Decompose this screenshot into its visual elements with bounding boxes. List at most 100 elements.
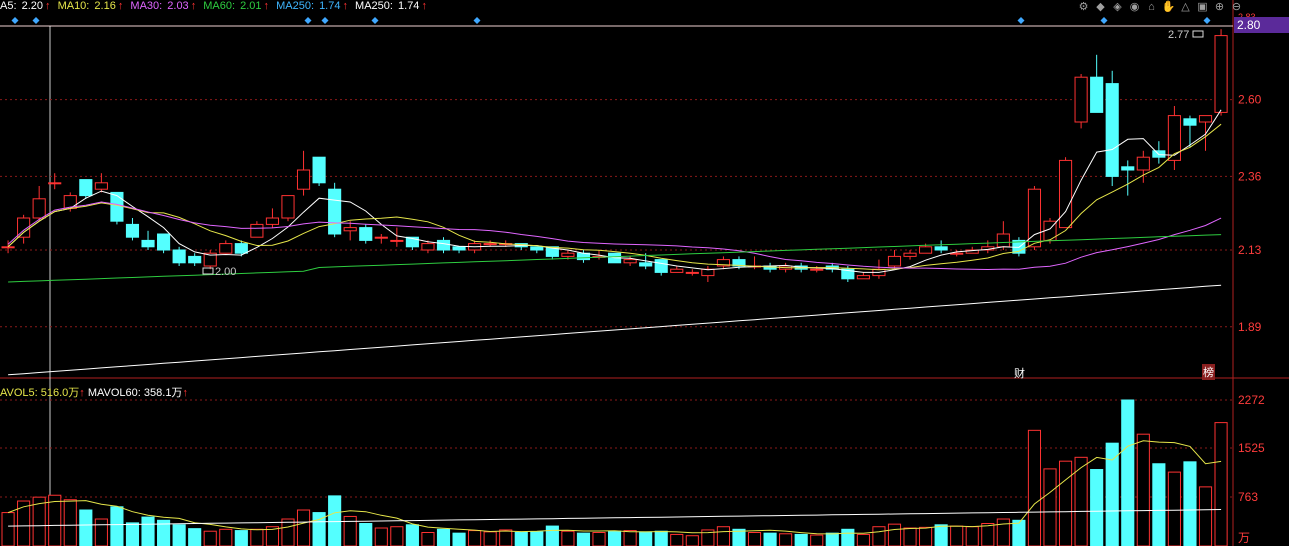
volume-bar: [825, 532, 839, 546]
zoom-in-icon[interactable]: ⊕: [1212, 1, 1227, 14]
candle-body: [996, 233, 1010, 248]
volume-bar: [94, 518, 108, 546]
volume-bar: [1167, 471, 1181, 546]
volume-bar: [188, 528, 202, 546]
volume-bar: [794, 533, 808, 546]
candle-body: [343, 227, 357, 232]
low-price-label: 2.00: [215, 266, 236, 278]
volume-bar: [514, 532, 528, 546]
candle-body: [296, 169, 311, 190]
candle-body: [1058, 159, 1073, 229]
event-marker-icon: [1100, 17, 1108, 24]
eye-icon[interactable]: ◉: [1127, 1, 1142, 14]
volume-bar: [405, 524, 419, 546]
candle-body: [639, 262, 653, 267]
volume-tick-label: 2272: [1238, 393, 1265, 407]
lock-icon[interactable]: △: [1178, 1, 1193, 14]
volume-tick-label: 1525: [1238, 441, 1265, 455]
volume-bar: [685, 535, 699, 546]
home-icon[interactable]: ⌂: [1144, 1, 1159, 14]
ma60-legend: MA60: 2.01 ↑: [203, 0, 270, 12]
candle-body: [436, 239, 451, 251]
candle-body: [856, 275, 870, 280]
volume-bar: [328, 495, 342, 546]
volume-bar: [1121, 399, 1135, 546]
candle-body: [281, 195, 295, 219]
rank-badge[interactable]: 榜: [1202, 364, 1215, 380]
mavol5-legend: AVOL5: 516.0万↑: [0, 387, 85, 399]
hand-icon[interactable]: ✋: [1161, 1, 1176, 14]
ma250-legend-2: MA250: 1.74 ↑: [355, 0, 427, 12]
volume-bar: [639, 531, 653, 546]
event-marker-icon: [11, 17, 19, 24]
ma5-legend: A5: 2.20 ↑: [0, 0, 51, 12]
volume-bar: [1058, 460, 1073, 546]
volume-bar: [530, 531, 544, 546]
finance-badge[interactable]: 财: [1014, 365, 1025, 381]
volume-bar: [561, 530, 575, 546]
event-marker-icon: [371, 17, 379, 24]
event-marker-icon: [1017, 17, 1025, 24]
volume-bar: [716, 526, 730, 546]
zoom-out-icon[interactable]: ⊖: [1229, 1, 1244, 14]
candle-body: [312, 156, 326, 184]
volume-bar: [219, 528, 233, 546]
volume-bar: [436, 528, 451, 546]
volume-bar: [670, 533, 684, 546]
volume-bar: [110, 506, 124, 546]
volume-bar: [125, 522, 140, 546]
volume-bar: [1043, 468, 1057, 546]
settings-icon[interactable]: ⚙: [1076, 1, 1091, 14]
volume-bar: [608, 530, 622, 546]
candle-body: [250, 223, 264, 238]
candle-body: [94, 182, 108, 190]
volume-bar: [810, 534, 824, 546]
volume-bar: [576, 532, 591, 546]
volume-bar: [1105, 442, 1119, 546]
volume-bar: [468, 530, 482, 546]
candle-body: [685, 271, 699, 274]
volume-bar: [934, 524, 948, 546]
pen-icon[interactable]: ◈: [1110, 1, 1125, 14]
candle-body: [390, 239, 404, 242]
volume-bar: [654, 530, 668, 546]
candle-body: [1074, 76, 1088, 123]
candle-body: [48, 182, 62, 185]
volume-bar: [141, 516, 155, 546]
volume-bar: [872, 526, 886, 546]
volume-legend: AVOL5: 516.0万↑ MAVOL60: 358.1万↑: [0, 384, 188, 400]
price-tick-label: 1.89: [1238, 320, 1262, 334]
low-marker-icon: [202, 267, 214, 275]
volume-bar: [281, 518, 295, 546]
volume-bar: [1, 512, 15, 546]
volume-bar: [172, 524, 186, 546]
event-marker-icon: [1203, 17, 1211, 24]
volume-bar: [965, 526, 979, 546]
candle-body: [530, 246, 544, 251]
candle-body: [188, 255, 202, 264]
candle-body: [452, 246, 466, 251]
box-icon[interactable]: ▣: [1195, 1, 1210, 14]
ma250-line: [8, 284, 1222, 376]
candle-body: [328, 188, 342, 235]
volume-bar: [48, 494, 62, 546]
candle-body: [359, 227, 373, 241]
volume-bar: [296, 509, 311, 546]
candle-body: [157, 233, 171, 251]
diamond-icon[interactable]: ◆: [1093, 1, 1108, 14]
volume-bar: [63, 499, 77, 546]
kline-chart[interactable]: 2.602.362.131.892.8322721525763万2.772.00: [0, 0, 1289, 546]
volume-bar: [1198, 486, 1213, 546]
candle-body: [1105, 83, 1119, 177]
volume-bar: [919, 526, 933, 546]
event-marker-icon: [321, 17, 329, 24]
candle-body: [219, 243, 233, 254]
volume-bar: [1183, 461, 1197, 546]
candle-body: [654, 259, 668, 273]
candle-body: [32, 198, 46, 219]
candle-body: [1121, 166, 1135, 171]
candle-body: [141, 239, 155, 248]
candle-body: [421, 243, 435, 251]
event-marker-icon: [304, 17, 312, 24]
candle-body: [887, 255, 902, 267]
